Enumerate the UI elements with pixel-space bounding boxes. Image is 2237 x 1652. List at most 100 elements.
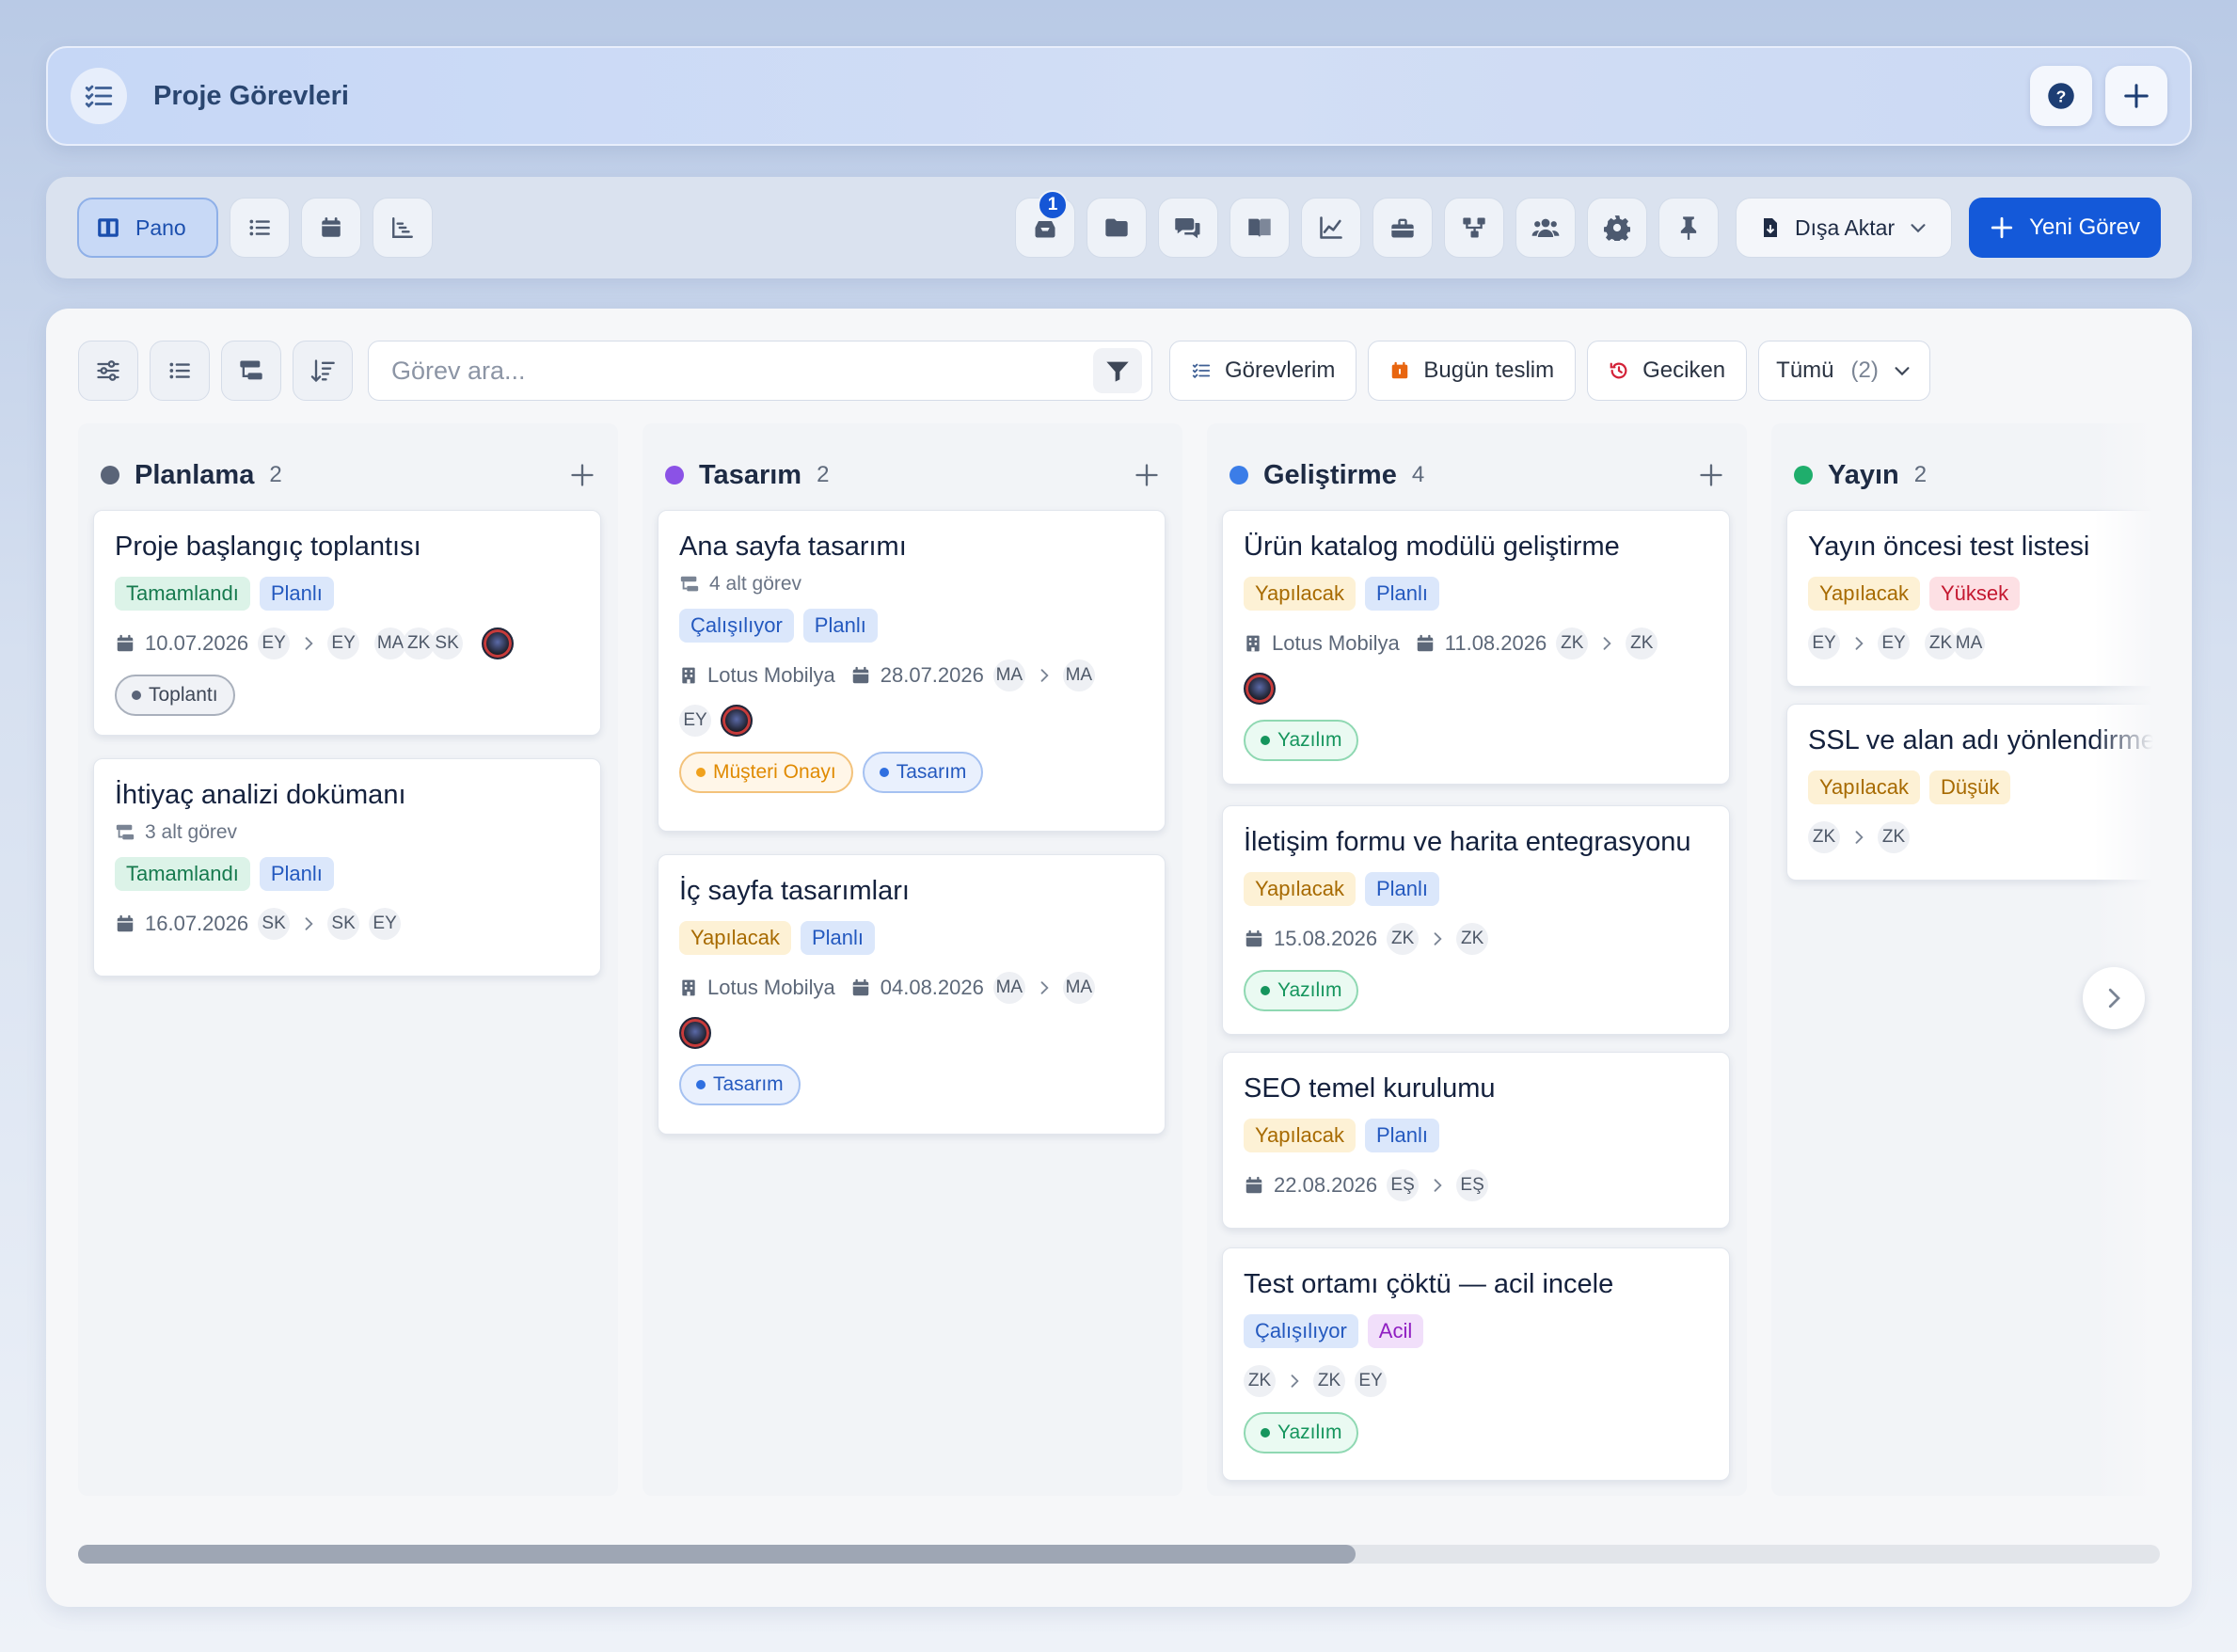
- sort-button[interactable]: [293, 341, 353, 401]
- task-card[interactable]: İç sayfa tasarımları Yapılacak Planlı Lo…: [658, 854, 1166, 1135]
- label-text: Yazılım: [1277, 1422, 1342, 1443]
- creator-initials: EY: [1808, 627, 1840, 659]
- svg-text:?: ?: [2056, 87, 2067, 105]
- export-file-icon: [1759, 215, 1782, 240]
- column-title: Yayın: [1828, 459, 1899, 490]
- page-header: Proje Görevleri ?: [46, 46, 2192, 146]
- book-button[interactable]: [1230, 198, 1291, 258]
- label-chip[interactable]: Yazılım: [1244, 1412, 1359, 1453]
- search-filter-button[interactable]: [1093, 348, 1142, 393]
- folder-button[interactable]: [1087, 198, 1148, 258]
- label-text: Toplantı: [149, 684, 218, 706]
- task-card[interactable]: Yayın öncesi test listesi Yapılacak Yüks…: [1786, 510, 2160, 687]
- building-icon: [679, 977, 698, 998]
- task-card[interactable]: İletişim formu ve harita entegrasyonu Ya…: [1222, 805, 1730, 1035]
- column-color-dot: [665, 466, 684, 484]
- chevron-right-icon: [1035, 666, 1054, 685]
- plus-icon[interactable]: [562, 454, 603, 496]
- view-calendar-button[interactable]: [301, 198, 361, 258]
- type-tag: Planlı: [259, 577, 334, 611]
- status-tag: Yapılacak: [1808, 770, 1920, 804]
- task-list-icon: [71, 68, 127, 124]
- assignee-initials: MA: [1953, 627, 1985, 659]
- creator-initials: SK: [258, 908, 291, 940]
- priority-tag: Düşük: [1928, 770, 2011, 804]
- column-count: 2: [817, 462, 830, 487]
- type-tag: Planlı: [1364, 872, 1440, 906]
- owner-initials: ZK: [1626, 627, 1658, 659]
- card-title: İç sayfa tasarımları: [679, 876, 910, 906]
- status-tag: Tamamlandı: [115, 577, 250, 611]
- my-tasks-filter[interactable]: Görevlerim: [1169, 341, 1357, 401]
- task-card[interactable]: SSL ve alan adı yönlendirme Yapılacak Dü…: [1786, 704, 2160, 881]
- kanban-columns: Planlama 2 Proje başlangıç toplantısı Ta…: [78, 423, 2160, 1496]
- owner-initials: EY: [1878, 627, 1910, 659]
- inbox-button[interactable]: 1: [1015, 190, 1076, 258]
- page-title: Proje Görevleri: [153, 80, 349, 111]
- plus-icon[interactable]: [1690, 454, 1732, 496]
- list-toggle-button[interactable]: [150, 341, 210, 401]
- board-panel: Görevlerim Bugün teslim Geciken Tümü (2): [46, 309, 2192, 1607]
- label-chip[interactable]: Yazılım: [1244, 970, 1359, 1011]
- due-date: 22.08.2026: [1274, 1173, 1378, 1197]
- column-title: Tasarım: [699, 459, 802, 490]
- label-chip[interactable]: Tasarım: [679, 1064, 801, 1105]
- add-button[interactable]: [2105, 66, 2167, 126]
- card-title: Ürün katalog modülü geliştirme: [1244, 532, 1620, 562]
- horizontal-scrollbar[interactable]: [78, 1545, 2160, 1564]
- task-card[interactable]: Ana sayfa tasarımı 4 alt görev Çalışılıy…: [658, 510, 1166, 832]
- toolbox-button[interactable]: [1372, 198, 1434, 258]
- view-list-button[interactable]: [230, 198, 290, 258]
- overdue-filter[interactable]: Geciken: [1587, 341, 1748, 401]
- pin-button[interactable]: [1658, 198, 1720, 258]
- task-card[interactable]: Test ortamı çöktü — acil incele Çalışılı…: [1222, 1247, 1730, 1481]
- card-title: Proje başlangıç toplantısı: [115, 532, 421, 562]
- search-input[interactable]: [391, 356, 1093, 386]
- chart-button[interactable]: [1301, 198, 1362, 258]
- column-gelistirme: Geliştirme 4 Ürün katalog modülü gelişti…: [1207, 423, 1747, 1496]
- subtask-toggle-button[interactable]: [221, 341, 281, 401]
- task-card[interactable]: SEO temel kurulumu Yapılacak Planlı 22.0…: [1222, 1052, 1730, 1229]
- label-text: Tasarım: [896, 761, 967, 783]
- view-board-button[interactable]: Pano: [77, 198, 218, 258]
- new-task-label: Yeni Görev: [2029, 214, 2140, 240]
- calendar-icon: [319, 215, 343, 240]
- label-chip[interactable]: Toplantı: [115, 675, 235, 716]
- scroll-right-button[interactable]: [2083, 967, 2145, 1029]
- search-box: [368, 341, 1152, 401]
- settings-button[interactable]: [1587, 198, 1648, 258]
- help-button[interactable]: ?: [2030, 66, 2092, 126]
- overdue-label: Geciken: [1642, 357, 1726, 383]
- assignee-initials: MA: [374, 627, 407, 659]
- filter-settings-button[interactable]: [78, 341, 138, 401]
- scrollbar-thumb[interactable]: [78, 1545, 1356, 1564]
- chat-button[interactable]: [1158, 198, 1219, 258]
- label-chip[interactable]: Müşteri Onayı: [679, 752, 853, 793]
- label-text: Yazılım: [1277, 979, 1342, 1001]
- label-chip[interactable]: Tasarım: [862, 752, 984, 793]
- view-gantt-button[interactable]: [373, 198, 433, 258]
- task-card[interactable]: İhtiyaç analizi dokümanı 3 alt görev Tam…: [93, 758, 601, 977]
- owner-initials: MA: [1062, 659, 1095, 691]
- export-dropdown[interactable]: Dışa Aktar: [1736, 198, 1953, 258]
- chevron-right-icon: [1285, 1372, 1304, 1390]
- label-dot: [1261, 1428, 1270, 1438]
- task-list-icon: [1191, 360, 1212, 381]
- label-chip[interactable]: Yazılım: [1244, 720, 1359, 761]
- all-tasks-dropdown[interactable]: Tümü (2): [1758, 341, 1930, 401]
- due-date: 10.07.2026: [145, 631, 249, 655]
- hierarchy-button[interactable]: [1444, 198, 1505, 258]
- task-card[interactable]: Proje başlangıç toplantısı Tamamlandı Pl…: [93, 510, 601, 736]
- team-icon: [1531, 214, 1560, 242]
- help-icon: ?: [2047, 82, 2075, 110]
- calendar-icon: [1244, 929, 1264, 949]
- new-task-button[interactable]: Yeni Görev: [1969, 198, 2161, 258]
- task-card[interactable]: Ürün katalog modülü geliştirme Yapılacak…: [1222, 510, 1730, 785]
- status-tag: Yapılacak: [1244, 577, 1356, 611]
- subtask-count: 4 alt görev: [709, 573, 802, 595]
- plus-icon[interactable]: [1126, 454, 1167, 496]
- due-today-filter[interactable]: Bugün teslim: [1368, 341, 1577, 401]
- team-button[interactable]: [1515, 198, 1577, 258]
- chevron-right-icon: [1849, 828, 1868, 847]
- chevron-right-icon: [1597, 634, 1616, 653]
